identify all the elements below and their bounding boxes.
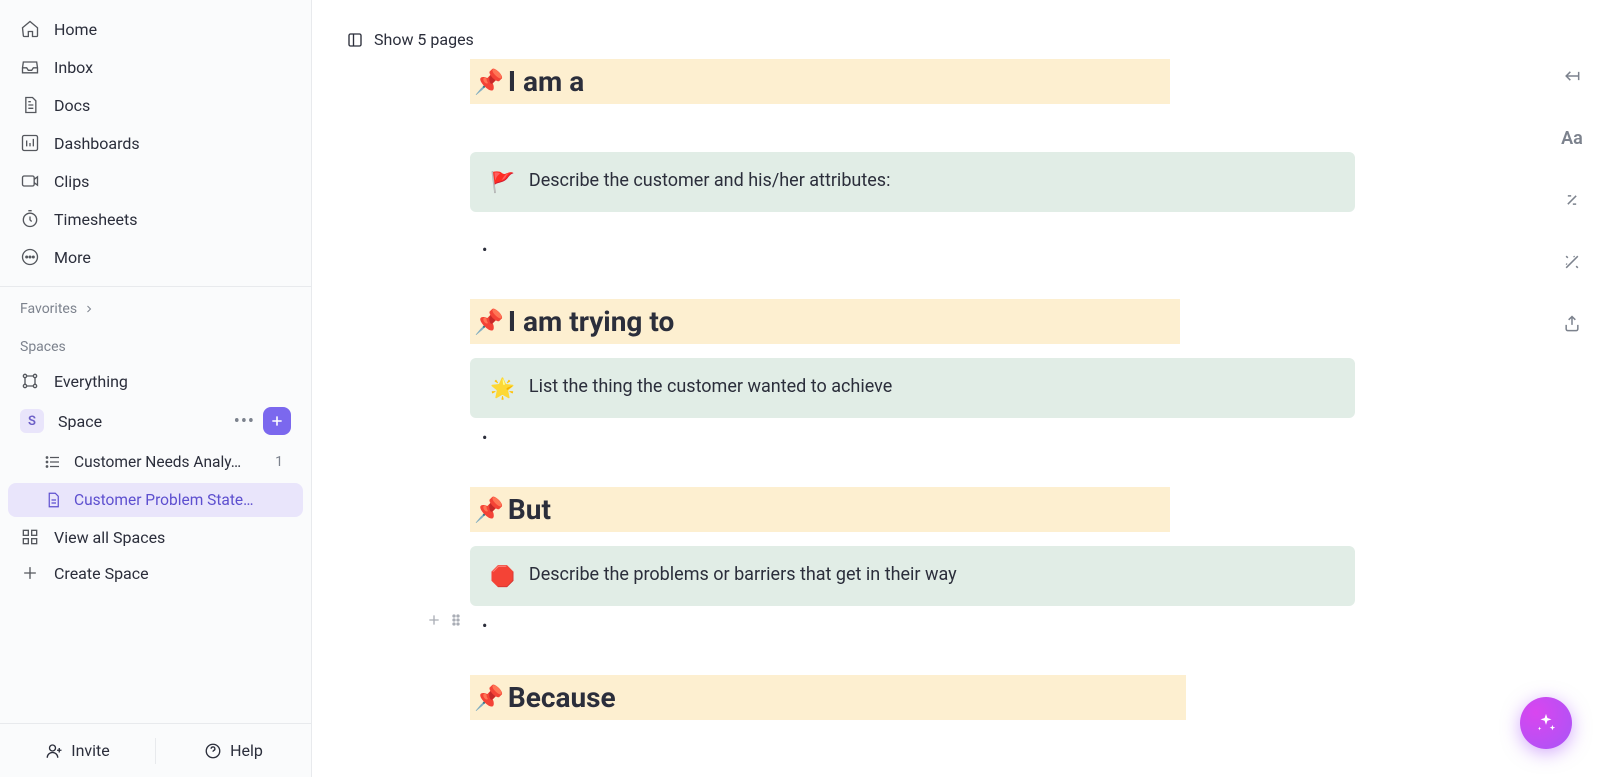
grid-icon [20, 527, 40, 547]
spaces-label: Spaces [20, 339, 66, 355]
heading-text: I am a [508, 65, 584, 98]
more-horizontal-icon [20, 247, 40, 267]
sidebar-primary-nav: Home Inbox Docs Dashboards Clips Timeshe… [0, 0, 311, 287]
plus-icon [20, 563, 40, 583]
tree-item-customer-problem[interactable]: Customer Problem State… [8, 483, 303, 517]
pushpin-icon: 📌 [474, 308, 504, 336]
nav-dashboards-label: Dashboards [54, 134, 140, 153]
invite-label: Invite [71, 741, 110, 760]
bullet-empty[interactable] [482, 616, 1540, 635]
chevron-right-icon [83, 303, 95, 315]
flag-icon: 🚩 [490, 170, 515, 194]
tree-item-label: Customer Needs Analy… [74, 453, 259, 471]
callout-text: Describe the problems or barriers that g… [529, 564, 957, 585]
network-icon [20, 371, 40, 391]
pushpin-icon: 📌 [474, 68, 504, 96]
heading-text: I am trying to [508, 305, 674, 338]
callout-text: Describe the customer and his/her attrib… [529, 170, 891, 191]
share-button[interactable] [1556, 308, 1588, 340]
user-plus-icon [45, 742, 63, 760]
invite-button[interactable]: Invite [0, 741, 155, 760]
heading-text: But [508, 493, 551, 526]
inbox-icon [20, 57, 40, 77]
heading-text: Because [508, 681, 616, 714]
nav-inbox-label: Inbox [54, 58, 93, 77]
heading-but[interactable]: 📌 But [470, 487, 1170, 532]
bullet-empty[interactable] [482, 428, 1540, 447]
doc-content: 📌 I am a 🚩 Describe the customer and his… [470, 59, 1540, 760]
space-more-button[interactable]: ••• [234, 411, 255, 432]
tree-item-customer-needs[interactable]: Customer Needs Analy… 1 [8, 445, 303, 479]
bullet-empty[interactable] [482, 240, 1540, 259]
heading-trying-to[interactable]: 📌 I am trying to [470, 299, 1180, 344]
nav-home-label: Home [54, 20, 97, 39]
right-rail: Aa [1544, 60, 1600, 340]
nav-more[interactable]: More [0, 238, 311, 276]
view-all-label: View all Spaces [54, 528, 165, 547]
doc-main: Show 5 pages 📌 I am a 🚩 Describe the cus… [312, 0, 1600, 777]
help-button[interactable]: Help [156, 741, 311, 760]
nav-home[interactable]: Home [0, 10, 311, 48]
help-icon [204, 742, 222, 760]
ai-suggest-button[interactable] [1556, 184, 1588, 216]
show-pages-label: Show 5 pages [374, 30, 474, 49]
nav-timesheets[interactable]: Timesheets [0, 200, 311, 238]
drag-handle[interactable] [448, 612, 464, 632]
sparkle-icon [1535, 712, 1557, 734]
nav-clips[interactable]: Clips [0, 162, 311, 200]
star-icon: 🌟 [490, 376, 515, 400]
sidebar-item-create-space[interactable]: Create Space [0, 555, 311, 591]
everything-label: Everything [54, 372, 128, 391]
space-name: Space [58, 412, 102, 431]
callout-describe-customer[interactable]: 🚩 Describe the customer and his/her attr… [470, 152, 1355, 212]
nav-docs-label: Docs [54, 96, 90, 115]
nav-clips-label: Clips [54, 172, 89, 191]
heading-i-am-a[interactable]: 📌 I am a [470, 59, 1170, 104]
nav-timesheets-label: Timesheets [54, 210, 137, 229]
clips-icon [20, 171, 40, 191]
doc-icon [44, 491, 62, 509]
tree-item-count: 1 [275, 454, 283, 470]
callout-problems[interactable]: 🛑 Describe the problems or barriers that… [470, 546, 1355, 606]
space-badge: S [20, 409, 44, 433]
list-icon [44, 453, 62, 471]
ai-fab-button[interactable] [1520, 697, 1572, 749]
stopwatch-icon [20, 209, 40, 229]
pushpin-icon: 📌 [474, 496, 504, 524]
nav-more-label: More [54, 248, 91, 267]
space-add-button[interactable] [263, 407, 291, 435]
heading-because[interactable]: 📌 Because [470, 675, 1186, 720]
collapse-sidebar-button[interactable] [1556, 60, 1588, 92]
typography-button[interactable]: Aa [1556, 122, 1588, 154]
spaces-section[interactable]: Spaces [0, 325, 311, 363]
favorites-section[interactable]: Favorites [0, 287, 311, 325]
sidebar-bottom: Invite Help [0, 723, 311, 777]
show-pages-toggle[interactable]: Show 5 pages [346, 30, 1540, 49]
tree-item-label: Customer Problem State… [74, 491, 283, 509]
stop-icon: 🛑 [490, 564, 515, 588]
pushpin-icon: 📌 [474, 684, 504, 712]
callout-text: List the thing the customer wanted to ac… [529, 376, 892, 397]
add-block-button[interactable] [426, 612, 442, 632]
help-label: Help [230, 741, 263, 760]
doc-icon [20, 95, 40, 115]
sidebar: Home Inbox Docs Dashboards Clips Timeshe… [0, 0, 312, 777]
callout-achieve[interactable]: 🌟 List the thing the customer wanted to … [470, 358, 1355, 418]
create-space-label: Create Space [54, 564, 149, 583]
nav-inbox[interactable]: Inbox [0, 48, 311, 86]
nav-dashboards[interactable]: Dashboards [0, 124, 311, 162]
sidebar-item-everything[interactable]: Everything [0, 363, 311, 399]
sidebar-item-view-all-spaces[interactable]: View all Spaces [0, 519, 311, 555]
dashboard-icon [20, 133, 40, 153]
favorites-label: Favorites [20, 301, 77, 317]
nav-docs[interactable]: Docs [0, 86, 311, 124]
pages-icon [346, 31, 364, 49]
home-icon [20, 19, 40, 39]
sidebar-item-space[interactable]: S Space ••• [0, 399, 311, 443]
magic-wand-button[interactable] [1556, 246, 1588, 278]
